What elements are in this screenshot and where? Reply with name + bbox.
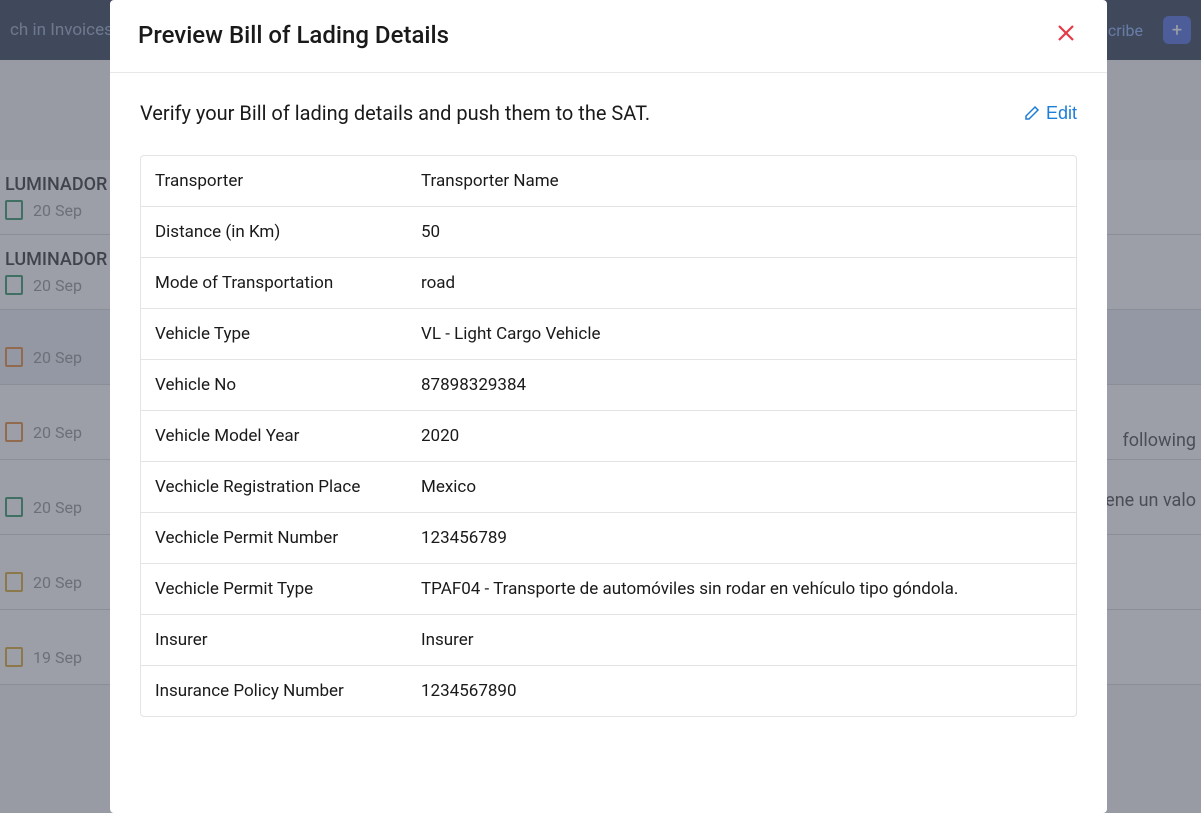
- subtitle-row: Verify your Bill of lading details and p…: [140, 101, 1077, 125]
- row-value: 50: [421, 222, 1062, 242]
- edit-label: Edit: [1046, 103, 1077, 124]
- table-row: Insurance Policy Number 1234567890: [141, 666, 1076, 716]
- edit-button[interactable]: Edit: [1024, 103, 1077, 124]
- modal-title: Preview Bill of Lading Details: [138, 21, 449, 49]
- row-value: road: [421, 273, 1062, 293]
- table-row: Insurer Insurer: [141, 615, 1076, 666]
- bill-of-lading-modal: Preview Bill of Lading Details Verify yo…: [110, 0, 1107, 813]
- row-label: Distance (in Km): [155, 222, 421, 242]
- row-value: Transporter Name: [421, 171, 1062, 191]
- row-value: Mexico: [421, 477, 1062, 497]
- row-value: 87898329384: [421, 375, 1062, 395]
- modal-body: Verify your Bill of lading details and p…: [110, 73, 1107, 745]
- close-button[interactable]: [1053, 18, 1079, 52]
- pencil-icon: [1024, 105, 1040, 121]
- table-row: Vechicle Registration Place Mexico: [141, 462, 1076, 513]
- row-value: Insurer: [421, 630, 1062, 650]
- table-row: Distance (in Km) 50: [141, 207, 1076, 258]
- row-value: 123456789: [421, 528, 1062, 548]
- row-label: Mode of Transportation: [155, 273, 421, 293]
- close-icon: [1057, 24, 1075, 42]
- table-row: Vehicle Model Year 2020: [141, 411, 1076, 462]
- row-label: Transporter: [155, 171, 421, 191]
- row-label: Vehicle No: [155, 375, 421, 395]
- modal-header: Preview Bill of Lading Details: [110, 0, 1107, 73]
- row-label: Vehicle Type: [155, 324, 421, 344]
- row-value: 1234567890: [421, 681, 1062, 701]
- details-table: Transporter Transporter Name Distance (i…: [140, 155, 1077, 717]
- modal-subtitle: Verify your Bill of lading details and p…: [140, 101, 650, 125]
- row-label: Insurer: [155, 630, 421, 650]
- row-label: Vechicle Permit Number: [155, 528, 421, 548]
- row-label: Vechicle Permit Type: [155, 579, 421, 599]
- table-row: Vehicle No 87898329384: [141, 360, 1076, 411]
- row-label: Insurance Policy Number: [155, 681, 421, 701]
- table-row: Vechicle Permit Type TPAF04 - Transporte…: [141, 564, 1076, 615]
- row-value: TPAF04 - Transporte de automóviles sin r…: [421, 579, 1062, 599]
- row-label: Vechicle Registration Place: [155, 477, 421, 497]
- row-value: 2020: [421, 426, 1062, 446]
- table-row: Transporter Transporter Name: [141, 156, 1076, 207]
- table-row: Vehicle Type VL - Light Cargo Vehicle: [141, 309, 1076, 360]
- table-row: Mode of Transportation road: [141, 258, 1076, 309]
- row-value: VL - Light Cargo Vehicle: [421, 324, 1062, 344]
- table-row: Vechicle Permit Number 123456789: [141, 513, 1076, 564]
- row-label: Vehicle Model Year: [155, 426, 421, 446]
